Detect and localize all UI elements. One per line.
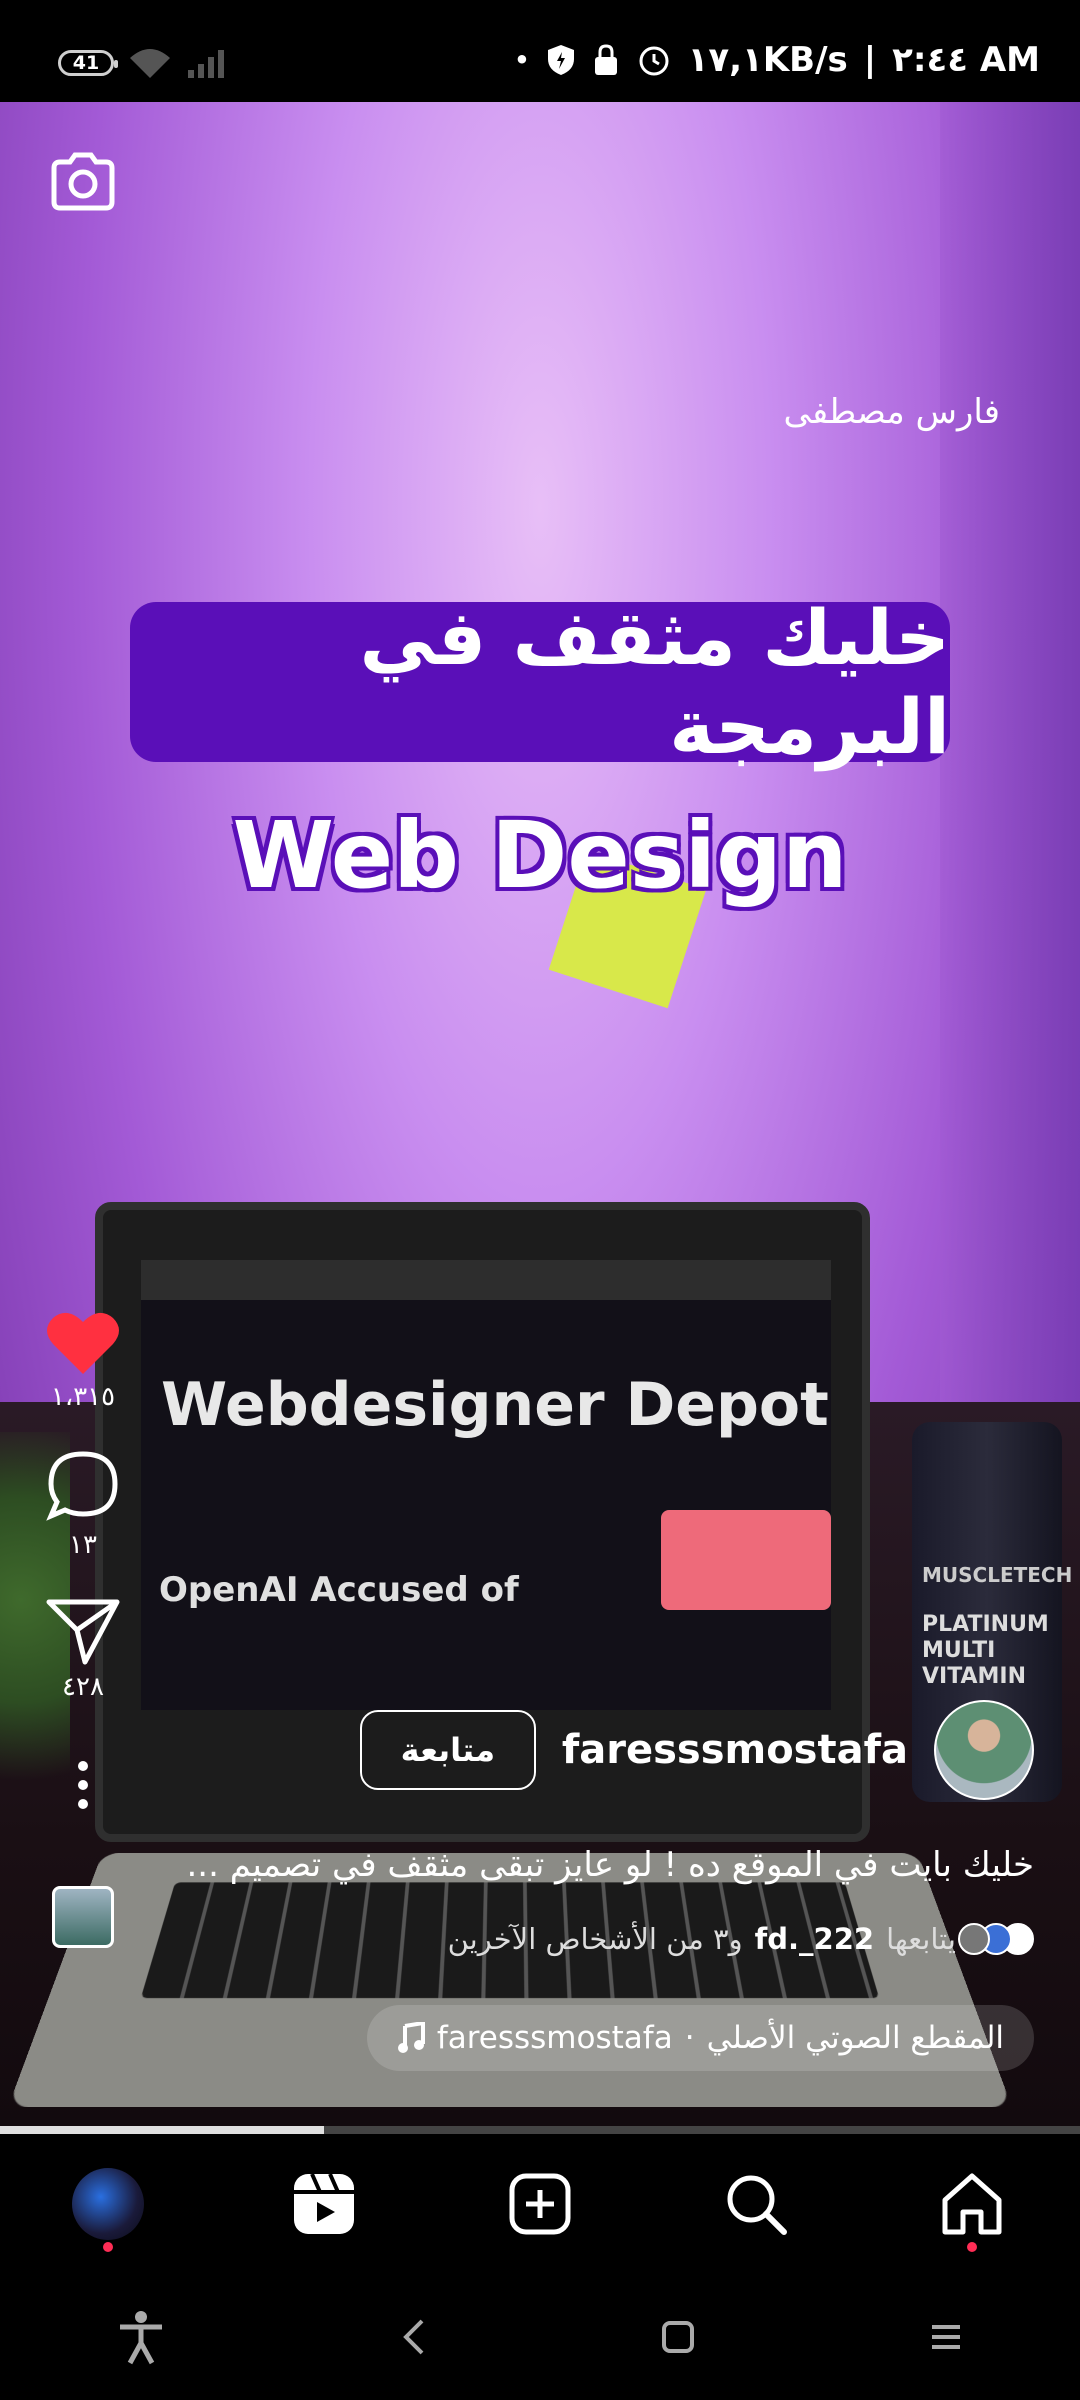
status-bar: 41 • ١٧,١KB/s | ٢:٤٤ AM	[0, 0, 1080, 102]
share-count: ٤٢٨	[62, 1672, 104, 1702]
alarm-icon	[639, 46, 669, 76]
side-actions: ١،٣١٥ ١٣ ٤٢٨	[28, 1308, 138, 1948]
status-separator: |	[863, 40, 877, 80]
laptop-card	[661, 1510, 831, 1610]
signal-icon	[188, 50, 224, 78]
followed-by-prefix: يتابعها	[886, 1922, 956, 1956]
status-left: 41	[58, 46, 230, 80]
battery-icon: 41	[58, 50, 118, 76]
followed-by-account: fd._222	[754, 1922, 875, 1956]
bottle-brand: MUSCLETECH	[922, 1563, 1073, 1587]
like-action[interactable]: ١،٣١٥	[45, 1308, 121, 1412]
status-right: • ١٧,١KB/s | ٢:٤٤ AM	[514, 40, 1040, 80]
clock: ٢:٤٤ AM	[892, 40, 1040, 80]
audio-thumbnail[interactable]	[52, 1886, 114, 1948]
tab-home[interactable]	[912, 2144, 1032, 2264]
profile-icon[interactable]	[72, 2168, 144, 2240]
author-username[interactable]: faresssmostafa	[562, 1727, 908, 1773]
network-speed: ١٧,١KB/s	[687, 40, 848, 80]
music-note-icon	[397, 2022, 425, 2053]
more-icon[interactable]	[73, 1760, 93, 1810]
reel-video[interactable]: فارس مصطفى خليك مثقف في البرمجة Web Desi…	[0, 102, 1080, 2130]
author-avatar[interactable]	[934, 1700, 1034, 1800]
wall-edge	[940, 102, 1080, 1402]
audio-pill[interactable]: المقطع الصوتي الأصلي · faresssmostafa	[366, 2005, 1034, 2071]
system-nav-bar	[0, 2274, 1080, 2400]
followed-by[interactable]: يتابعها fd._222 و٣ من الأشخاص الآخرين	[448, 1922, 1034, 1956]
comment-count: ١٣	[69, 1530, 97, 1560]
tab-profile[interactable]	[48, 2144, 168, 2264]
follower-avatars	[958, 1923, 1034, 1955]
audio-artist: faresssmostafa	[436, 2020, 673, 2056]
playback-progress-fill	[0, 2126, 324, 2134]
follow-button[interactable]: متابعة	[359, 1710, 536, 1790]
tab-create[interactable]	[480, 2144, 600, 2264]
send-icon[interactable]	[45, 1596, 121, 1666]
create-icon[interactable]	[508, 2172, 572, 2236]
lock-icon	[594, 44, 617, 75]
author-row: متابعة faresssmostafa	[359, 1700, 1034, 1800]
heart-icon[interactable]	[45, 1308, 121, 1376]
reel-caption[interactable]: خليك بايت في الموقع ده ! لو عايز تبقى مث…	[154, 1845, 1034, 1885]
playback-progress[interactable]	[0, 2126, 1080, 2134]
laptop-screen: Webdesigner Depot OpenAI Accused of	[141, 1260, 831, 1710]
followed-by-suffix: و٣ من الأشخاص الآخرين	[447, 1922, 743, 1956]
profile-notification-dot	[103, 2242, 113, 2252]
wifi-icon	[130, 49, 170, 78]
home-icon[interactable]	[939, 2172, 1005, 2236]
share-action[interactable]: ٤٢٨	[45, 1596, 121, 1702]
reels-icon[interactable]	[292, 2172, 356, 2236]
home-circle-icon[interactable]	[660, 2319, 696, 2355]
dot-icon: •	[514, 46, 530, 74]
like-count: ١،٣١٥	[50, 1382, 116, 1412]
video-title-overlay: خليك مثقف في البرمجة	[130, 593, 950, 771]
video-subtitle-overlay: Web Design	[232, 802, 848, 909]
recents-icon[interactable]	[928, 2319, 964, 2355]
accessibility-icon[interactable]	[116, 2309, 166, 2365]
battery-level: 41	[72, 52, 100, 74]
tab-search[interactable]	[696, 2144, 816, 2264]
laptop-hero-text: Webdesigner Depot	[161, 1370, 829, 1440]
comment-icon[interactable]	[45, 1448, 121, 1524]
search-icon[interactable]	[724, 2172, 788, 2236]
home-notification-dot	[967, 2242, 977, 2252]
camera-icon[interactable]	[48, 150, 118, 212]
creator-watermark: فارس مصطفى	[783, 392, 1000, 432]
comment-action[interactable]: ١٣	[45, 1448, 121, 1560]
audio-separator: ·	[684, 2020, 695, 2056]
tab-bar	[0, 2134, 1080, 2274]
shield-icon	[547, 45, 574, 75]
more-options[interactable]	[73, 1760, 93, 1810]
audio-label: المقطع الصوتي الأصلي	[706, 2020, 1004, 2056]
bottle-label: PLATINUM MULTI VITAMIN	[922, 1612, 1049, 1689]
back-icon[interactable]	[398, 2317, 428, 2357]
laptop-headline: OpenAI Accused of	[159, 1570, 519, 1610]
tab-reels[interactable]	[264, 2144, 384, 2264]
